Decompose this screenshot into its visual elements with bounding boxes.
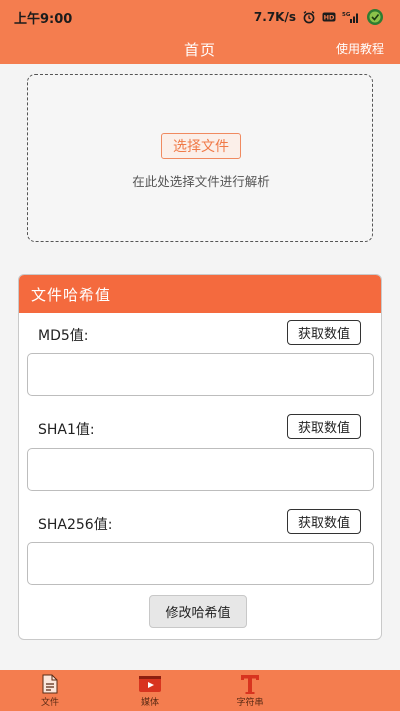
signal-5g-icon: 5G — [342, 10, 360, 24]
nav-label-string: 字符串 — [236, 698, 264, 708]
svg-text:HD: HD — [324, 14, 335, 22]
svg-text:5G: 5G — [342, 12, 351, 18]
nav-item-extra[interactable] — [300, 670, 400, 711]
md5-field[interactable] — [27, 353, 374, 396]
net-speed: 7.7K/s — [253, 10, 296, 24]
file-picker-area[interactable]: 选择文件 在此处选择文件进行解析 — [27, 74, 373, 242]
choose-file-button[interactable]: 选择文件 — [161, 133, 241, 159]
text-t-icon — [239, 674, 261, 694]
header: 上午9:00 7.7K/s HD 5G 首页 使用教程 — [0, 0, 400, 64]
nav-item-string[interactable]: 字符串 — [200, 670, 300, 711]
nav-item-file[interactable]: 文件 — [0, 670, 100, 711]
card-title: 文件哈希值 — [31, 285, 112, 304]
nav-label-media: 媒体 — [140, 698, 159, 708]
file-hash-card: 文件哈希值 MD5值: 获取数值 SHA1值: 获取数值 SHA256值: 获取… — [18, 274, 382, 640]
sha1-field[interactable] — [27, 448, 374, 491]
status-bar: 上午9:00 7.7K/s HD 5G — [0, 0, 400, 34]
get-sha1-button[interactable]: 获取数值 — [287, 414, 361, 439]
status-time: 上午9:00 — [14, 11, 73, 27]
app-status-icon — [366, 8, 384, 26]
modify-hash-button[interactable]: 修改哈希值 — [149, 595, 247, 628]
tutorial-link[interactable]: 使用教程 — [336, 40, 384, 57]
bottom-nav: 文件 媒体 字符串 — [0, 670, 400, 711]
page-title: 首页 — [183, 40, 216, 59]
md5-label: MD5值: — [38, 328, 89, 344]
sha1-label: SHA1值: — [38, 422, 95, 438]
nav-label-file: 文件 — [40, 698, 59, 708]
sha256-field[interactable] — [27, 542, 374, 585]
get-sha256-button[interactable]: 获取数值 — [287, 509, 361, 534]
nav-item-media[interactable]: 媒体 — [100, 670, 200, 711]
sha256-label: SHA256值: — [38, 517, 113, 533]
card-header: 文件哈希值 — [19, 275, 381, 313]
alarm-icon — [302, 10, 316, 24]
file-icon — [41, 674, 59, 694]
media-play-icon — [138, 674, 162, 694]
status-icons: 7.7K/s HD 5G — [254, 8, 384, 26]
app-bar: 首页 使用教程 — [0, 34, 400, 64]
get-md5-button[interactable]: 获取数值 — [287, 320, 361, 345]
picker-hint: 在此处选择文件进行解析 — [132, 174, 270, 189]
hd-icon: HD — [322, 12, 336, 22]
